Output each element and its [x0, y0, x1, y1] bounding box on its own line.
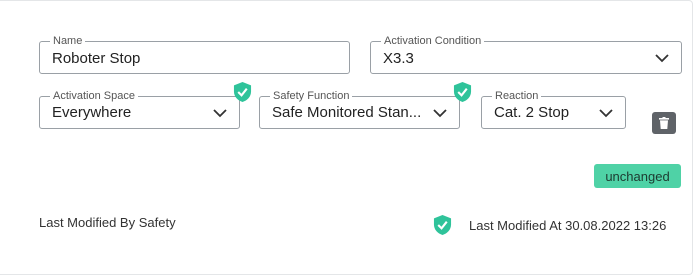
- shield-check-icon: [433, 215, 452, 235]
- activation-condition-label: Activation Condition: [381, 34, 485, 48]
- shield-check-icon: [233, 82, 252, 102]
- activation-space-label: Activation Space: [50, 89, 138, 103]
- chevron-down-icon: [433, 109, 447, 118]
- chevron-down-icon: [655, 54, 669, 63]
- name-value: Roboter Stop: [52, 50, 141, 67]
- chevron-down-icon: [213, 109, 227, 118]
- name-label: Name: [50, 34, 86, 48]
- activation-condition-value: X3.3: [383, 50, 414, 67]
- last-modified-at: Last Modified At 30.08.2022 13:26: [469, 218, 667, 233]
- trash-icon: [659, 117, 669, 129]
- delete-button[interactable]: [652, 112, 676, 134]
- rule-card: Name Roboter Stop Activation Condition X…: [0, 0, 693, 275]
- shield-check-icon: [453, 82, 472, 102]
- safety-function-value: Safe Monitored Stan...: [272, 104, 422, 121]
- safety-function-select[interactable]: Safety Function Safe Monitored Stan...: [259, 89, 460, 129]
- activation-space-select[interactable]: Activation Space Everywhere: [39, 89, 240, 129]
- name-field[interactable]: Name Roboter Stop: [39, 34, 350, 74]
- safety-function-label: Safety Function: [270, 89, 353, 103]
- activation-space-value: Everywhere: [52, 104, 132, 121]
- chevron-down-icon: [599, 109, 613, 118]
- status-badge: unchanged: [594, 164, 681, 188]
- last-modified-by: Last Modified By Safety: [39, 215, 176, 230]
- activation-condition-select[interactable]: Activation Condition X3.3: [370, 34, 682, 74]
- reaction-value: Cat. 2 Stop: [494, 104, 570, 121]
- reaction-label: Reaction: [492, 89, 542, 103]
- reaction-select[interactable]: Reaction Cat. 2 Stop: [481, 89, 626, 129]
